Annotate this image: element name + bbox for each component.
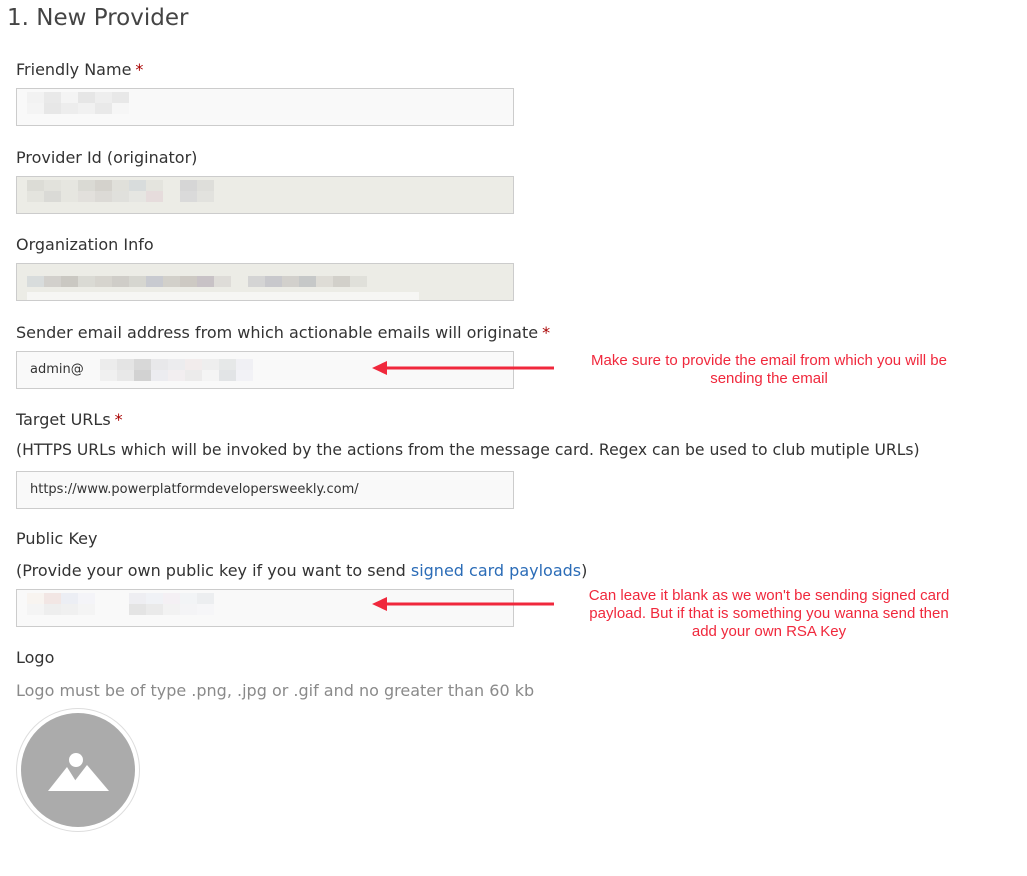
required-marker: * xyxy=(114,410,123,429)
public-key-annotation: Can leave it blank as we won't be sendin… xyxy=(566,587,972,641)
public-key-annotation-line: Can leave it blank as we won't be sendin… xyxy=(588,587,950,604)
image-placeholder-icon xyxy=(48,753,109,791)
logo-upload[interactable] xyxy=(16,708,140,832)
target-urls-label-text: Target URLs xyxy=(16,410,111,429)
signed-card-payloads-link[interactable]: signed card payloads xyxy=(411,561,581,580)
email-annotation: Make sure to provide the email from whic… xyxy=(568,352,970,388)
arrow-left-icon xyxy=(372,597,554,611)
target-urls-input[interactable]: https://www.powerplatformdevelopersweekl… xyxy=(16,471,514,509)
logo-placeholder xyxy=(21,713,135,827)
target-urls-hint: (HTTPS URLs which will be invoked by the… xyxy=(16,441,920,459)
logo-label: Logo xyxy=(16,648,55,667)
redacted-text xyxy=(27,276,367,287)
redacted-text xyxy=(100,359,253,370)
provider-id-label: Provider Id (originator) xyxy=(16,148,198,167)
public-key-annotation-line: payload. But if that is something you wa… xyxy=(589,605,949,622)
public-key-annotation-line: add your own RSA Key xyxy=(691,623,847,640)
redacted-text xyxy=(27,292,419,300)
redacted-text xyxy=(100,370,253,381)
friendly-name-input[interactable] xyxy=(16,88,514,126)
sender-email-value: admin@ xyxy=(30,362,84,377)
email-annotation-line: sending the email xyxy=(710,370,828,387)
sender-email-label: Sender email address from which actionab… xyxy=(16,323,550,342)
required-marker: * xyxy=(135,60,144,79)
friendly-name-label: Friendly Name * xyxy=(16,60,143,79)
page-title: 1. New Provider xyxy=(7,5,189,31)
target-urls-value: https://www.powerplatformdevelopersweekl… xyxy=(30,482,359,497)
organization-info-label: Organization Info xyxy=(16,235,154,254)
arrow-left-icon xyxy=(372,361,554,375)
redacted-text xyxy=(27,191,214,202)
target-urls-label: Target URLs * xyxy=(16,410,123,429)
required-marker: * xyxy=(542,323,551,342)
public-key-hint: (Provide your own public key if you want… xyxy=(16,561,587,580)
redacted-text xyxy=(27,604,214,615)
provider-id-input xyxy=(16,176,514,214)
redacted-text xyxy=(27,593,214,604)
redacted-text xyxy=(27,180,214,191)
friendly-name-label-text: Friendly Name xyxy=(16,60,132,79)
redacted-text xyxy=(27,103,129,114)
redacted-text xyxy=(27,92,129,103)
organization-info-input xyxy=(16,263,514,301)
logo-hint: Logo must be of type .png, .jpg or .gif … xyxy=(16,681,535,700)
public-key-label: Public Key xyxy=(16,529,98,548)
sender-email-label-text: Sender email address from which actionab… xyxy=(16,323,539,342)
email-annotation-line: Make sure to provide the email from whic… xyxy=(591,352,947,369)
public-key-hint-text: (Provide your own public key if you want… xyxy=(16,561,411,580)
public-key-hint-end: ) xyxy=(581,561,588,580)
